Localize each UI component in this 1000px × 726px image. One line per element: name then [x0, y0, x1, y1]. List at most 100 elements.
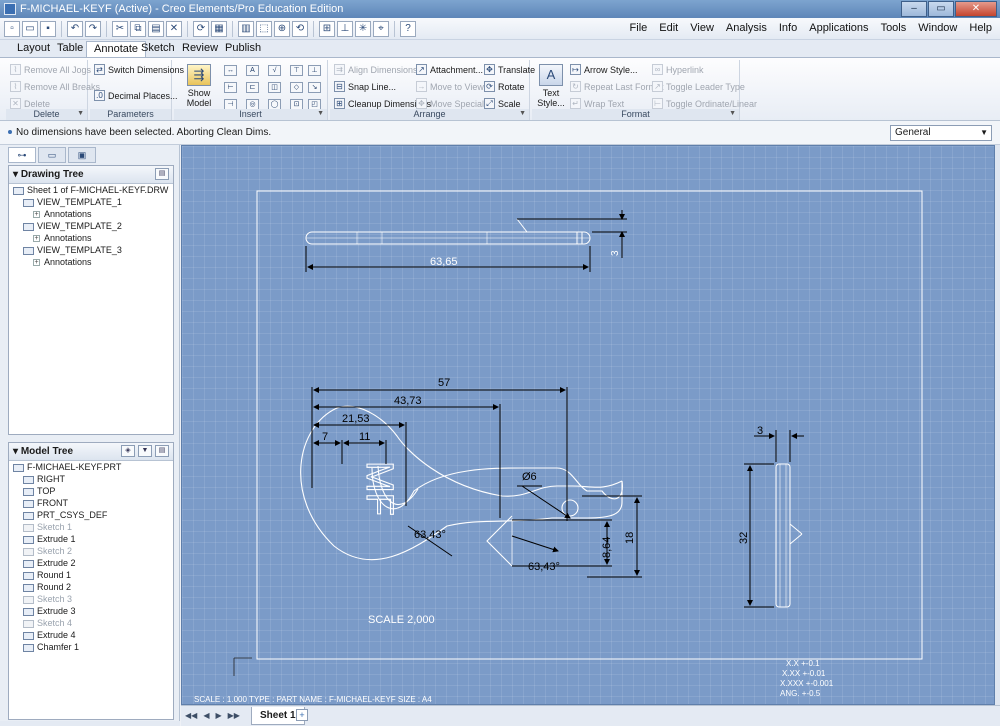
decimal-places-button[interactable]: .0 Decimal Places...	[94, 90, 178, 101]
model-tree-item[interactable]: Sketch 2	[9, 545, 173, 557]
tab-table[interactable]: Table	[50, 41, 90, 57]
zoom-icon[interactable]: ⊕	[274, 21, 290, 37]
geometric-tolerance-icon[interactable]: ◫	[268, 82, 281, 93]
redo-icon[interactable]: ↷	[85, 21, 101, 37]
tree-settings-icon[interactable]: ▤	[155, 445, 169, 457]
attachment-button[interactable]: ↗ Attachment...	[416, 64, 483, 75]
align-dimensions-button[interactable]: ⇉ Align Dimensions	[334, 64, 418, 75]
last-sheet-icon[interactable]: ▶▶	[228, 711, 240, 720]
delete-button[interactable]: ✕ Delete	[10, 98, 50, 109]
model-tree-item[interactable]: TOP	[9, 485, 173, 497]
drawing-tree-item[interactable]: Sheet 1 of F-MICHAEL-KEYF.DRW	[9, 184, 173, 196]
menu-info[interactable]: Info	[779, 22, 797, 34]
drawing-canvas[interactable]: 63,65 3 MF 57 43,73 21,53 7 11 Ø6 63,43°…	[181, 145, 995, 705]
select-box-icon[interactable]: ⬚	[256, 21, 272, 37]
axis-icon[interactable]: ⊥	[308, 65, 321, 76]
model-tree-item[interactable]: Sketch 4	[9, 617, 173, 629]
next-sheet-icon[interactable]: ▶	[215, 711, 221, 720]
model-tree-item[interactable]: Chamfer 1	[9, 641, 173, 653]
drawing-tree-item[interactable]: VIEW_TEMPLATE_3	[9, 244, 173, 256]
prev-sheet-icon[interactable]: ◀	[203, 711, 209, 720]
remove-all-jogs-button[interactable]: ⌇ Remove All Jogs	[10, 64, 91, 75]
menu-edit[interactable]: Edit	[659, 22, 678, 34]
model-tree-item[interactable]: Sketch 3	[9, 593, 173, 605]
toggle-ordinate-linear-button[interactable]: ⊢ Toggle Ordinate/Linear	[652, 98, 757, 109]
model-tree-item[interactable]: Extrude 2	[9, 557, 173, 569]
model-tree-item[interactable]: Round 1	[9, 569, 173, 581]
reference-dim-icon[interactable]: ⊏	[246, 82, 259, 93]
cut-icon[interactable]: ✂	[112, 21, 128, 37]
ordinate-icon[interactable]: ⊢	[224, 82, 237, 93]
grid-icon[interactable]: ▥	[238, 21, 254, 37]
datum-display-icon[interactable]: ⊞	[319, 21, 335, 37]
favorites-tab-icon[interactable]: ▣	[68, 147, 96, 163]
text-style-button[interactable]: A Text Style...	[536, 64, 566, 108]
symbol-icon[interactable]: ◇	[290, 82, 303, 93]
new-file-icon[interactable]: ▫	[4, 21, 20, 37]
expand-icon[interactable]: +	[33, 235, 40, 243]
selection-filter-select[interactable]: General ▼	[890, 125, 992, 141]
move-special-button[interactable]: ✥ Move Special...	[416, 98, 492, 109]
menu-view[interactable]: View	[690, 22, 714, 34]
wrap-text-button[interactable]: ↵ Wrap Text	[570, 98, 624, 109]
menu-applications[interactable]: Applications	[809, 22, 868, 34]
note-icon[interactable]: A	[246, 65, 259, 76]
drawing-tree-item[interactable]: VIEW_TEMPLATE_2	[9, 220, 173, 232]
leader-icon[interactable]: ↘	[308, 82, 321, 93]
model-tree-tab-icon[interactable]: ⊶	[8, 147, 36, 163]
model-tree-item[interactable]: PRT_CSYS_DEF	[9, 509, 173, 521]
drawing-tree-item[interactable]: + Annotations	[9, 208, 173, 220]
model-tree-item[interactable]: Round 2	[9, 581, 173, 593]
datum-feature-icon[interactable]: ⊤	[290, 65, 303, 76]
expand-icon[interactable]: +	[33, 259, 40, 267]
move-to-view-button[interactable]: → Move to View	[416, 81, 484, 92]
undo-icon[interactable]: ↶	[67, 21, 83, 37]
regenerate-icon[interactable]: ⟳	[193, 21, 209, 37]
model-tree-item[interactable]: Extrude 3	[9, 605, 173, 617]
collapse-icon[interactable]: ▾	[13, 446, 21, 457]
open-folder-icon[interactable]: ▭	[22, 21, 38, 37]
add-sheet-icon[interactable]: +	[296, 709, 308, 721]
save-icon[interactable]: ▪	[40, 21, 56, 37]
switch-dimensions-button[interactable]: ⇄ Switch Dimensions	[94, 64, 184, 75]
csys-display-icon[interactable]: ⌖	[373, 21, 389, 37]
model-tree-item[interactable]: Extrude 1	[9, 533, 173, 545]
collapse-icon[interactable]: ▾	[13, 169, 21, 180]
first-sheet-icon[interactable]: ◀◀	[185, 711, 197, 720]
translate-button[interactable]: ✥ Translate	[484, 64, 535, 75]
folder-browser-tab-icon[interactable]: ▭	[38, 147, 66, 163]
hyperlink-button[interactable]: ∞ Hyperlink	[652, 64, 704, 75]
copy-icon[interactable]: ⧉	[130, 21, 146, 37]
drawing-tree-item[interactable]: + Annotations	[9, 256, 173, 268]
tree-filter-icon[interactable]: ▼	[138, 445, 152, 457]
repaint-icon[interactable]: ⟲	[292, 21, 308, 37]
surface-finish-icon[interactable]: √	[268, 65, 281, 76]
axis-display-icon[interactable]: ⊥	[337, 21, 353, 37]
minimize-button[interactable]: –	[901, 1, 927, 17]
rotate-button[interactable]: ⟳ Rotate	[484, 81, 525, 92]
dimension-icon[interactable]: ↔	[224, 65, 237, 76]
model-tree-item[interactable]: Extrude 4	[9, 629, 173, 641]
menu-file[interactable]: File	[630, 22, 648, 34]
close-button[interactable]: ✕	[955, 1, 997, 17]
expand-icon[interactable]: +	[33, 211, 40, 219]
menu-tools[interactable]: Tools	[881, 22, 907, 34]
show-icon[interactable]: ◈	[121, 445, 135, 457]
model-tree-item[interactable]: Sketch 1	[9, 521, 173, 533]
model-tree-item[interactable]: RIGHT	[9, 473, 173, 485]
menu-analysis[interactable]: Analysis	[726, 22, 767, 34]
toggle-leader-type-button[interactable]: ↗ Toggle Leader Type	[652, 81, 745, 92]
repeat-last-format-button[interactable]: ↻ Repeat Last Format	[570, 81, 664, 92]
canvas-scrollbar[interactable]	[995, 145, 1000, 705]
drawing-tree-item[interactable]: VIEW_TEMPLATE_1	[9, 196, 173, 208]
tab-publish[interactable]: Publish	[218, 41, 268, 57]
snap-line-button[interactable]: ⊟ Snap Line...	[334, 81, 396, 92]
arrow-style-button[interactable]: ↦ Arrow Style...	[570, 64, 638, 75]
menu-help[interactable]: Help	[969, 22, 992, 34]
paste-icon[interactable]: ▤	[148, 21, 164, 37]
context-help-icon[interactable]: ?	[400, 21, 416, 37]
tree-settings-icon[interactable]: ▤	[155, 168, 169, 180]
remove-all-breaks-button[interactable]: ⌇ Remove All Breaks	[10, 81, 100, 92]
point-display-icon[interactable]: ✳	[355, 21, 371, 37]
menu-window[interactable]: Window	[918, 22, 957, 34]
